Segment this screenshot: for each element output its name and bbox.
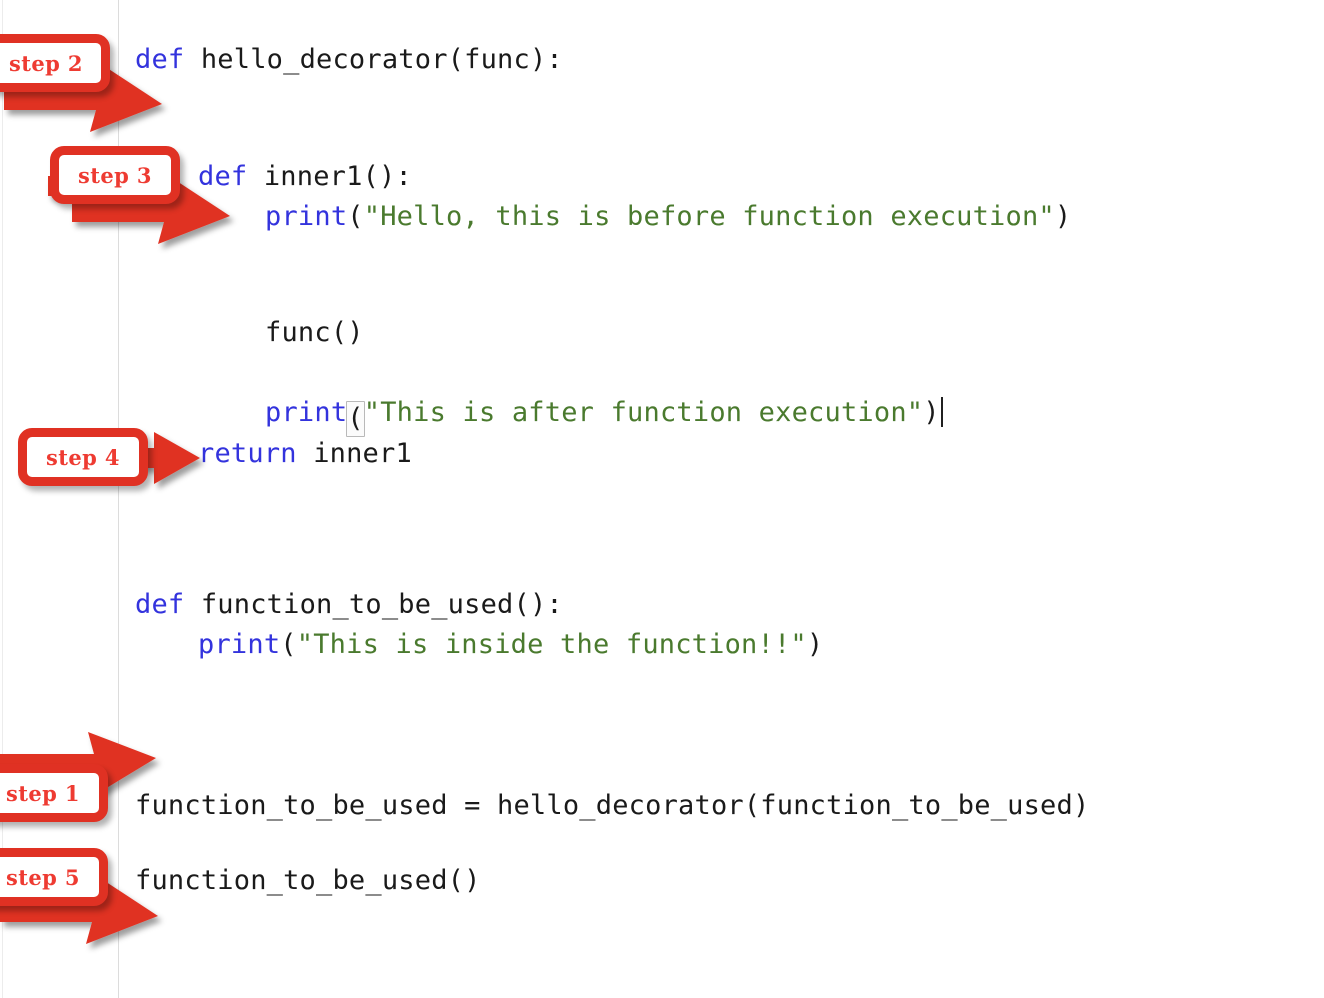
code-keyword: print	[265, 397, 348, 428]
code-text: )	[923, 397, 940, 428]
code-string: "This is after function execution"	[363, 397, 924, 428]
callout-step-5-label: step 5	[6, 864, 80, 890]
callout-step-4-box: step 4	[18, 428, 148, 486]
code-text: )	[806, 629, 824, 660]
code-text: (	[347, 201, 364, 232]
code-string: "This is inside the function!!"	[296, 629, 807, 660]
callout-step-5-box: step 5	[0, 848, 108, 906]
code-keyword: def	[135, 589, 185, 620]
code-text: func()	[265, 317, 364, 348]
code-editor-area[interactable]: def hello_decorator(func): def inner1(): p…	[0, 0, 1324, 998]
text-caret	[940, 397, 943, 427]
callout-step-3-box: step 3	[50, 146, 180, 204]
code-text: function_to_be_used():	[184, 589, 563, 620]
callout-step-1-box: step 1	[0, 764, 108, 822]
callout-step-2-label: step 2	[9, 50, 83, 76]
code-string: "Hello, this is before function executio…	[363, 201, 1055, 232]
callout-step-2-box: step 2	[0, 34, 110, 92]
code-text: inner1	[296, 438, 412, 469]
code-keyword: print	[198, 629, 281, 660]
callout-step-3-label: step 3	[78, 162, 152, 188]
code-keyword: print	[265, 201, 348, 232]
code-text: hello_decorator(func):	[184, 44, 563, 75]
code-text: (	[280, 629, 297, 660]
code-text: )	[1054, 201, 1072, 232]
code-text: function_to_be_used = hello_decorator(fu…	[135, 790, 1090, 821]
screenshot-root: def hello_decorator(func): def inner1(): p…	[0, 0, 1324, 998]
callout-step-4-label: step 4	[46, 444, 120, 470]
line-func-call[interactable]: func()	[0, 313, 364, 353]
code-text: inner1():	[247, 161, 412, 192]
callout-step-1-label: step 1	[6, 780, 80, 806]
code-keyword: return	[198, 438, 297, 469]
bracket-match-highlight: (	[346, 401, 365, 437]
line-def-function-to-be-used[interactable]: def function_to_be_used():	[0, 585, 563, 625]
line-print-inside[interactable]: print("This is inside the function!!")	[0, 625, 823, 665]
